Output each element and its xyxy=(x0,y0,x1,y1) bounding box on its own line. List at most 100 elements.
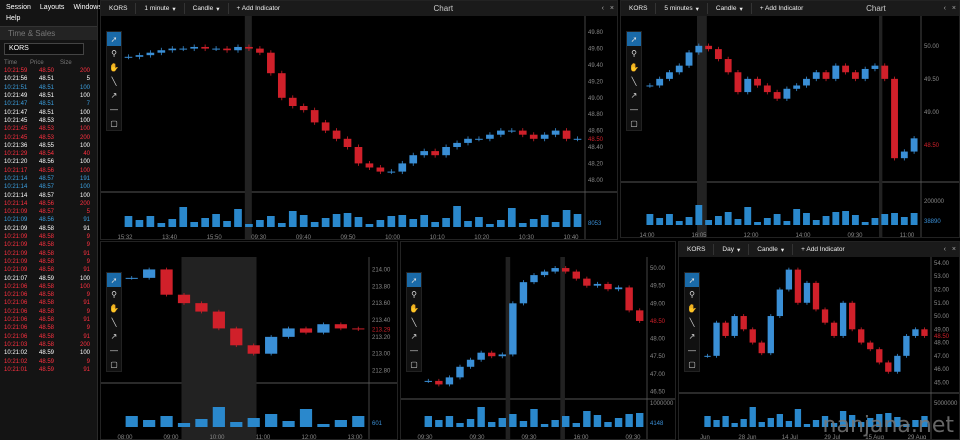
time-sales-row: 10:21:09 48.58 9 xyxy=(0,258,97,266)
watermark: nanjana.net xyxy=(822,413,954,438)
menu-windows[interactable]: Windows xyxy=(73,4,101,11)
volume-bar xyxy=(466,419,475,427)
collapse-icon[interactable]: ‹ xyxy=(599,5,607,12)
time-sales-cell: 48.55 xyxy=(38,142,54,149)
volume-bar xyxy=(143,420,156,427)
candle-body xyxy=(230,328,243,346)
candle-body xyxy=(332,130,341,139)
time-sales-cell: 100 xyxy=(79,159,90,166)
collapse-icon[interactable]: ‹ xyxy=(941,5,949,12)
chart-type-selector[interactable]: Candle ▾ xyxy=(749,246,792,254)
candle-body xyxy=(705,45,713,50)
symbol-selector[interactable]: KORS xyxy=(101,5,135,12)
menu-layouts[interactable]: Layouts xyxy=(40,4,65,11)
time-sales-row: 10:21:47 48.51 7 xyxy=(0,100,97,108)
candle-body xyxy=(871,65,879,69)
y-tick-label: 48.00 xyxy=(650,337,666,343)
close-icon[interactable]: × xyxy=(949,5,959,12)
volume-bar xyxy=(486,224,494,227)
time-sales-row: 10:21:06 48.58 9 xyxy=(0,324,97,332)
y-tick-label: 54.00 xyxy=(934,261,950,267)
time-sales-row: 10:21:09 48.58 91 xyxy=(0,250,97,258)
y-tick-label: 49.20 xyxy=(588,79,604,85)
candle-body xyxy=(223,48,231,51)
candle-body xyxy=(867,342,874,350)
menu-session[interactable]: Session xyxy=(6,4,31,11)
interval-selector[interactable]: 5 minutes ▾ xyxy=(656,5,706,13)
candlestick-chart-1[interactable]: 49.80 49.60 49.40 49.20 49.00 48.80 48.60 48.40… xyxy=(101,16,618,240)
volume-bar xyxy=(540,424,549,427)
candle-body xyxy=(903,335,910,356)
candle-body xyxy=(894,355,901,372)
current-price-label: 48.50 xyxy=(588,137,604,143)
y-tick-label: 48.20 xyxy=(588,161,604,167)
y-tick-label: 213.00 xyxy=(372,352,391,358)
candle-body xyxy=(160,269,173,295)
interval-selector[interactable]: Day ▾ xyxy=(714,246,748,254)
volume-bar xyxy=(529,219,538,227)
close-icon[interactable]: × xyxy=(949,246,959,253)
candle-body xyxy=(201,46,209,49)
candle-body xyxy=(794,269,802,303)
volume-bar xyxy=(832,212,840,225)
candle-body xyxy=(519,282,528,304)
volume-bar xyxy=(551,420,559,427)
time-sales-cell: 9 xyxy=(86,325,90,332)
add-indicator-button[interactable]: + Add Indicator xyxy=(793,246,853,253)
time-sales-cell: 10:21:47 xyxy=(4,109,28,116)
add-indicator-button[interactable]: + Add Indicator xyxy=(229,5,289,12)
close-icon[interactable]: × xyxy=(607,5,617,12)
volume-bar xyxy=(551,222,560,227)
chart-type-selector[interactable]: Candle ▾ xyxy=(185,5,228,13)
volume-bar xyxy=(614,418,623,427)
candle-body xyxy=(265,336,278,354)
time-sales-cell: 10:21:36 xyxy=(4,142,28,149)
time-sales-cell: 48.58 xyxy=(38,292,54,299)
volume-bar xyxy=(518,223,527,227)
time-sales-cell: 9 xyxy=(86,292,90,299)
candle-body xyxy=(776,289,784,317)
volume-bar xyxy=(168,219,177,227)
time-sales-cell: 48.57 xyxy=(38,192,54,199)
candle-body xyxy=(365,163,374,168)
collapse-icon[interactable]: ‹ xyxy=(941,246,949,253)
chart-type-selector[interactable]: Candle ▾ xyxy=(708,5,751,13)
candlestick-chart-4[interactable]: 50.00 49.50 49.00 48.50 48.00 47.50 47.00 46.50… xyxy=(401,257,676,440)
candle-body xyxy=(685,52,693,66)
volume-bar xyxy=(212,214,220,227)
time-sales-cell: 48.57 xyxy=(38,176,54,182)
volume-bar xyxy=(604,422,612,427)
volume-bar xyxy=(695,205,703,225)
y-tick-label: 47.00 xyxy=(650,372,666,378)
candlestick-chart-2[interactable]: 50.0049.5049.0048.5048.5014:0016:0512:00… xyxy=(621,16,960,238)
time-sales-cell: 10:21:06 xyxy=(4,308,28,315)
x-tick-label: 14:00 xyxy=(639,233,655,238)
candle-body xyxy=(497,130,505,135)
candle-body xyxy=(773,92,781,99)
volume-bar xyxy=(256,220,264,227)
y-tick-label: 46.50 xyxy=(650,389,666,395)
symbol-selector[interactable]: KORS xyxy=(679,246,713,253)
symbol-selector[interactable]: KORS xyxy=(621,5,655,12)
volume-bar xyxy=(572,423,580,427)
candle-body xyxy=(704,355,711,357)
time-sales-cell: 48.51 xyxy=(38,93,54,100)
add-indicator-button[interactable]: + Add Indicator xyxy=(752,5,812,12)
candlestick-chart-3[interactable]: 214.00 213.80 213.60 213.40 213.20 213.00 212.… xyxy=(101,257,398,440)
volume-bar xyxy=(900,217,908,225)
volume-bar xyxy=(177,423,191,427)
menu-help[interactable]: Help xyxy=(0,14,97,26)
time-sales-symbol-input[interactable]: KORS xyxy=(4,43,84,55)
candle-body xyxy=(744,78,752,93)
candle-body xyxy=(832,65,840,79)
interval-selector[interactable]: 1 minute ▾ xyxy=(136,5,183,13)
trading-workspace: Session Layouts Windows Help Time & Sale… xyxy=(0,0,960,440)
y-tick-label: 52.00 xyxy=(934,288,950,294)
volume-bar xyxy=(230,422,243,427)
time-sales-cell: 40 xyxy=(83,151,90,158)
volume-bar xyxy=(785,421,793,427)
x-tick-label: 09:00 xyxy=(163,435,179,440)
time-sales-cell: 10:21:09 xyxy=(4,250,28,257)
time-sales-cell: 10:21:51 xyxy=(4,84,28,91)
candle-body xyxy=(435,380,443,385)
